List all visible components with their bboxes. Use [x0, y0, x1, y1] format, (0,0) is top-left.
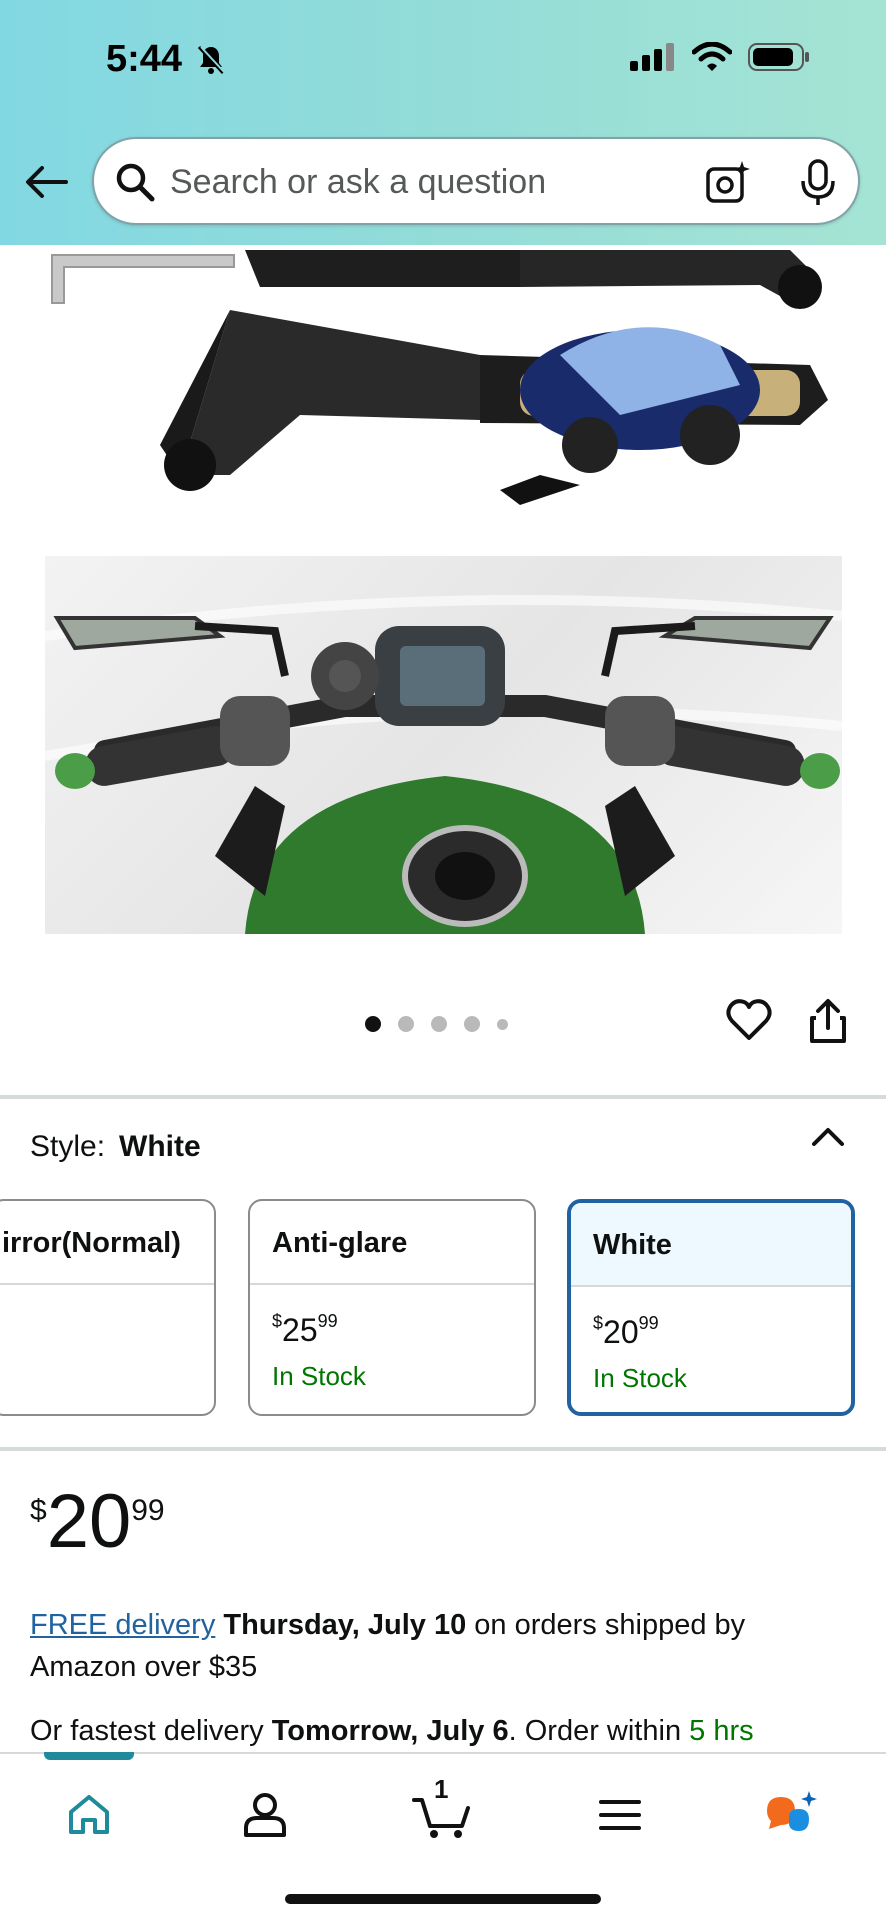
person-icon	[244, 1793, 286, 1837]
style-option-price: $2099	[571, 1287, 851, 1351]
share-icon[interactable]	[808, 998, 848, 1049]
camera-lens-icon[interactable]	[704, 159, 752, 212]
style-selector-label: Style: White	[30, 1130, 201, 1164]
style-selected-value: White	[119, 1130, 201, 1163]
pagination-dot[interactable]	[497, 1018, 508, 1030]
back-arrow-icon	[26, 166, 68, 198]
delivery-date: Thursday, July 10	[223, 1609, 467, 1641]
nav-account[interactable]	[230, 1780, 300, 1850]
pagination-dot[interactable]	[431, 1016, 447, 1032]
section-divider	[0, 1095, 886, 1099]
price-currency: $	[593, 1313, 604, 1333]
price-currency: $	[30, 1494, 47, 1527]
nav-rufus[interactable]	[758, 1780, 828, 1850]
menu-icon	[599, 1800, 641, 1830]
pagination-dot[interactable]	[398, 1016, 414, 1032]
wifi-icon	[691, 41, 733, 77]
stock-status: In Stock	[593, 1363, 687, 1393]
search-icon	[114, 161, 156, 208]
order-within-time: 5 hrs	[689, 1715, 754, 1747]
fastest-date: Tomorrow, July 6	[271, 1715, 509, 1747]
bell-muted-icon	[196, 44, 226, 81]
search-bar[interactable]: Search or ask a question	[92, 137, 860, 225]
back-button[interactable]	[22, 158, 70, 206]
heart-icon[interactable]	[726, 998, 772, 1047]
price-whole: 20	[603, 1314, 639, 1350]
price-fraction: 99	[638, 1313, 659, 1333]
nav-home[interactable]	[54, 1780, 124, 1850]
header: 5:44 Search or ask a question	[0, 0, 886, 245]
status-time: 5:44	[106, 38, 183, 80]
signal-icon	[630, 43, 676, 76]
fastest-prefix: Or fastest delivery	[30, 1715, 264, 1747]
status-indicators	[630, 41, 810, 77]
style-option-price: $2599	[250, 1285, 534, 1349]
product-price: $ 20 99	[30, 1482, 165, 1562]
nav-cart[interactable]: 1	[408, 1774, 478, 1850]
price-fraction: 99	[131, 1494, 165, 1527]
battery-icon	[748, 42, 810, 77]
delivery-info: FREE delivery Thursday, July 10 on order…	[30, 1604, 850, 1688]
price-currency: $	[272, 1311, 283, 1331]
price-fraction: 99	[317, 1311, 338, 1331]
image-pagination-dots[interactable]	[365, 1016, 508, 1032]
active-tab-indicator	[44, 1752, 134, 1760]
stock-status: In Stock	[272, 1361, 366, 1391]
style-label-text: Style:	[30, 1130, 106, 1163]
section-divider	[0, 1447, 886, 1451]
fastest-middle: . Order within	[508, 1715, 682, 1747]
product-image-handlebar[interactable]	[45, 556, 842, 934]
pagination-dot[interactable]	[365, 1016, 381, 1032]
nav-menu[interactable]	[585, 1780, 655, 1850]
bottom-navigation: 1	[0, 1752, 886, 1920]
price-whole: 25	[282, 1312, 318, 1348]
search-input[interactable]: Search or ask a question	[170, 163, 546, 202]
microphone-icon[interactable]	[798, 159, 838, 212]
style-option-card-selected[interactable]: White $2099 In Stock	[567, 1199, 855, 1416]
style-option-name: irror(Normal)	[0, 1201, 214, 1285]
style-option-card[interactable]: Anti-glare $2599 In Stock	[248, 1199, 536, 1416]
style-option-name: White	[571, 1203, 851, 1287]
free-delivery-link[interactable]: FREE delivery	[30, 1609, 215, 1641]
pagination-dot[interactable]	[464, 1016, 480, 1032]
style-option-card[interactable]: irror(Normal)	[0, 1199, 216, 1416]
price-whole: 20	[46, 1479, 132, 1564]
ai-assistant-icon	[767, 1791, 817, 1831]
product-image-mirrors[interactable]	[0, 245, 886, 545]
chevron-up-icon[interactable]	[810, 1122, 846, 1157]
home-indicator	[285, 1894, 601, 1904]
home-icon	[69, 1795, 109, 1834]
cart-count: 1	[434, 1774, 449, 1804]
style-option-name: Anti-glare	[250, 1201, 534, 1285]
fastest-delivery-info: Or fastest delivery Tomorrow, July 6. Or…	[30, 1710, 870, 1752]
